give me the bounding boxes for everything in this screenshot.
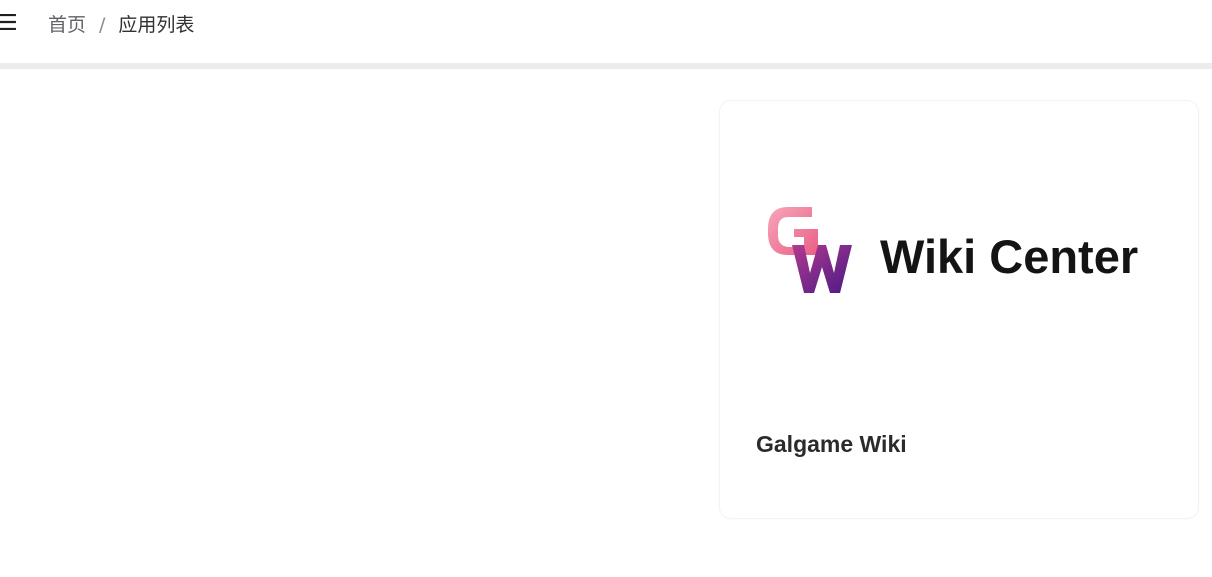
top-bar: ☰ 首页 / 应用列表	[0, 0, 1212, 63]
app-card-title: Galgame Wiki	[756, 431, 907, 457]
breadcrumb-separator: /	[99, 14, 106, 36]
menu-icon[interactable]: ☰	[0, 12, 20, 36]
wiki-center-logo: Wiki Center	[768, 207, 1138, 293]
breadcrumb: 首页 / 应用列表	[48, 11, 194, 39]
logo-w-mark	[792, 245, 852, 293]
app-card[interactable]: Wiki Center Galgame Wiki	[719, 100, 1199, 519]
app-list: Wiki Center Galgame Wiki	[0, 69, 1212, 577]
breadcrumb-current: 应用列表	[118, 14, 195, 36]
breadcrumb-home-link[interactable]: 首页	[48, 11, 86, 39]
logo-text: Wiki Center	[880, 230, 1138, 283]
